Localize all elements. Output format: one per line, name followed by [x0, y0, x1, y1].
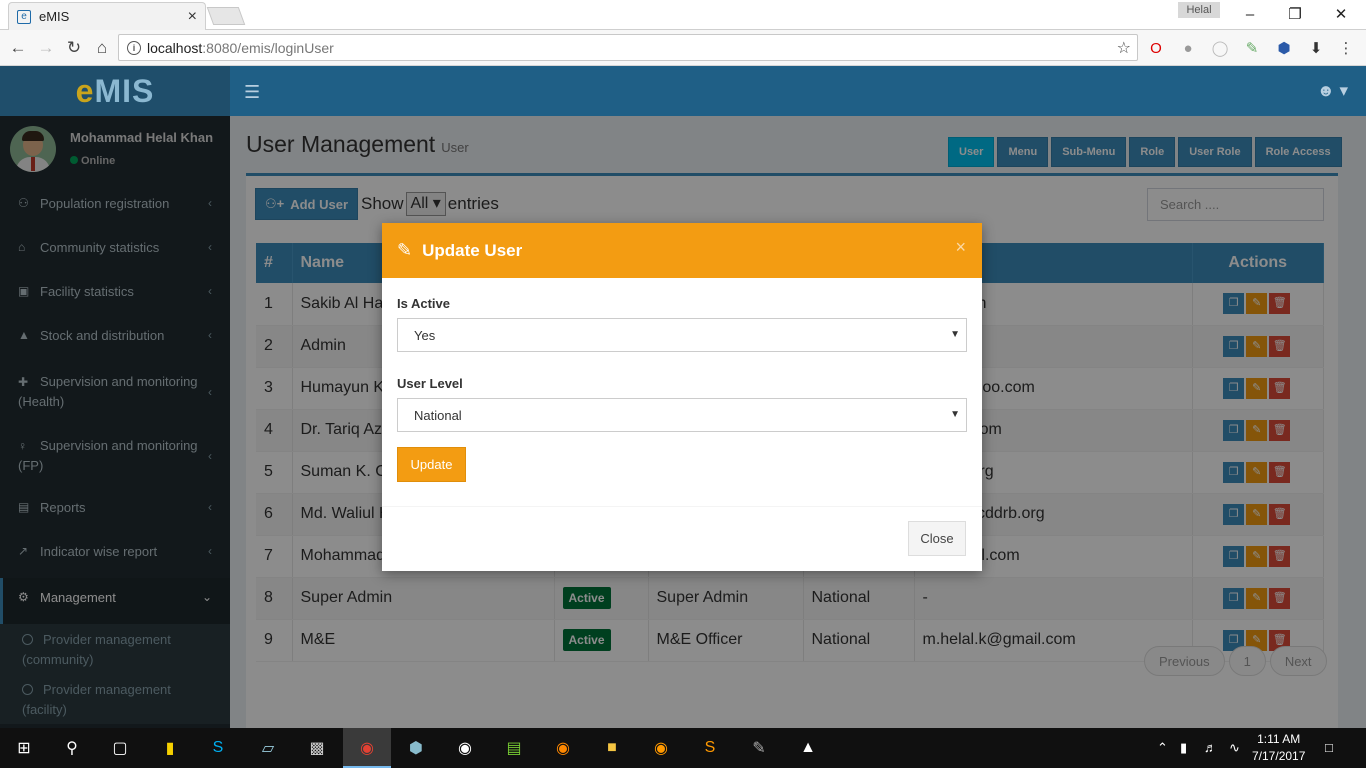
extension-icon[interactable]: ◯ [1210, 38, 1230, 58]
virtualbox-icon[interactable]: ⬢ [404, 736, 428, 760]
user-level-select[interactable]: National ▼ [397, 398, 967, 432]
clock-time: 1:11 AM [1257, 732, 1301, 746]
browser-menu-icon[interactable]: ⋮ [1336, 38, 1356, 58]
notepad-icon[interactable]: ▤ [502, 736, 526, 760]
home-icon[interactable]: ⌂ [90, 36, 114, 60]
notifications-icon[interactable]: □ [1325, 740, 1333, 755]
window-close-icon[interactable]: ✕ [1318, 0, 1364, 28]
is-active-label: Is Active [397, 296, 450, 311]
browser-tab[interactable]: e eMIS × [8, 2, 206, 30]
opera-extension-icon[interactable]: O [1146, 38, 1166, 58]
site-info-icon[interactable]: i [127, 40, 141, 55]
firefox-icon[interactable]: ◉ [551, 736, 575, 760]
sublime-text-icon[interactable]: S [698, 736, 722, 760]
wifi-icon[interactable]: ∿ [1229, 740, 1240, 756]
is-active-select[interactable]: Yes ▼ [397, 318, 967, 352]
new-tab-button[interactable] [206, 7, 246, 25]
is-active-value: Yes [414, 327, 436, 343]
modal-body: Is Active Yes ▼ User Level National ▼ Up… [382, 278, 982, 482]
forward-icon[interactable]: → [34, 36, 58, 60]
top-navbar: ☰ ☻ ▾ [230, 66, 1366, 116]
page-favicon-icon: e [17, 9, 31, 24]
sidebar-toggle-icon[interactable]: ☰ [244, 82, 260, 103]
chrome-icon[interactable]: ◉ [355, 736, 379, 760]
update-user-modal: ✎ Update User × Is Active Yes ▼ User Lev… [382, 223, 982, 571]
modal-close-icon[interactable]: × [955, 237, 966, 258]
windows-start-icon[interactable]: ⊞ [12, 736, 36, 760]
modal-footer: Close [382, 506, 982, 571]
app-icon-2[interactable]: ◉ [453, 736, 477, 760]
edit-icon: ✎ [397, 240, 413, 260]
address-bar[interactable]: i localhost:8080/emis/loginUser ☆ [118, 34, 1138, 61]
clock-date: 7/17/2017 [1252, 749, 1306, 763]
terminal-icon[interactable]: ▩ [305, 736, 329, 760]
reload-icon[interactable]: ↻ [62, 36, 86, 60]
download-extension-icon[interactable]: ⬇ [1306, 38, 1326, 58]
browser-tab-title: eMIS [39, 9, 70, 24]
photos-icon[interactable]: ▲ [796, 736, 820, 760]
update-button[interactable]: Update [397, 447, 466, 482]
logo-e: e [75, 72, 95, 109]
user-account-icon[interactable]: ☻ ▾ [1317, 81, 1348, 101]
file-explorer-icon[interactable]: ■ [600, 736, 624, 760]
user-level-value: National [414, 407, 462, 423]
url-host: localhost [147, 39, 203, 56]
paint-icon[interactable]: ✎ [747, 736, 771, 760]
url-path: :8080/emis/loginUser [202, 39, 334, 56]
cube-extension-icon[interactable]: ⬢ [1274, 38, 1294, 58]
chevron-down-icon: ▼ [950, 409, 960, 420]
volume-icon[interactable]: ♬ [1204, 740, 1217, 755]
search-icon[interactable]: ⚲ [60, 736, 84, 760]
app-icon[interactable]: ▱ [256, 736, 280, 760]
bookmark-star-icon[interactable]: ☆ [1117, 38, 1131, 58]
app-logo[interactable]: eMIS [0, 66, 230, 116]
windows-taskbar: ⊞ ⚲ ▢ ▮ S ▱ ▩ ◉ ⬢ ◉ ▤ ◉ ■ ◉ S ✎ ▲ ⌃ ▮ ♬ … [0, 728, 1366, 768]
show-hidden-icons-icon[interactable]: ⌃ [1157, 740, 1168, 756]
modal-header: ✎ Update User × [382, 223, 982, 278]
task-view-icon[interactable]: ▢ [108, 736, 132, 760]
skype-icon[interactable]: S [206, 736, 230, 760]
browser-tab-bar: e eMIS × Helal – ❐ ✕ [0, 0, 1366, 30]
browser-profile[interactable]: Helal [1178, 2, 1220, 18]
logo-text: MIS [94, 72, 155, 109]
sticky-notes-icon[interactable]: ▮ [158, 736, 182, 760]
uc-browser-icon[interactable]: ◉ [649, 736, 673, 760]
browser-toolbar: ← → ↻ ⌂ i localhost:8080/emis/loginUser … [0, 30, 1366, 66]
close-button[interactable]: Close [908, 521, 966, 556]
back-icon[interactable]: ← [6, 36, 30, 60]
minimize-icon[interactable]: – [1227, 0, 1273, 28]
modal-title: Update User [422, 240, 523, 260]
chevron-down-icon: ▼ [950, 329, 960, 340]
tab-close-icon[interactable]: × [188, 8, 197, 26]
battery-icon[interactable]: ▮ [1180, 740, 1187, 756]
system-clock[interactable]: 1:11 AM 7/17/2017 [1252, 731, 1305, 765]
eyedropper-extension-icon[interactable]: ✎ [1242, 38, 1262, 58]
user-level-label: User Level [397, 376, 463, 391]
restore-icon[interactable]: ❐ [1272, 0, 1318, 28]
globe-extension-icon[interactable]: ● [1178, 38, 1198, 58]
